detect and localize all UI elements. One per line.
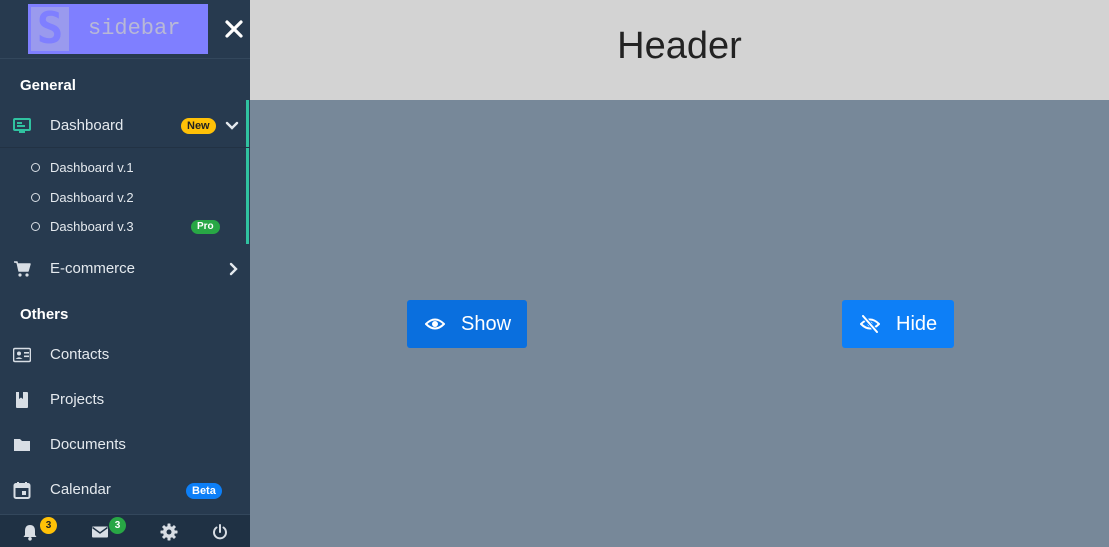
eye-slash-icon <box>860 315 880 333</box>
close-icon <box>225 20 243 38</box>
hide-button-label: Hide <box>896 313 938 335</box>
sidebar-item-ecommerce[interactable]: E-commerce <box>0 247 250 291</box>
sidebar-item-label: Contacts <box>50 346 110 363</box>
sidebar-item-contacts[interactable]: Contacts <box>0 333 250 377</box>
submenu-item-dashboard-v1[interactable]: Dashboard v.1 <box>0 153 246 182</box>
sidebar: S sidebar General Dashboard New Dashboar… <box>0 0 250 547</box>
submenu-item-label: Dashboard v.2 <box>50 190 134 205</box>
chevron-down-icon <box>225 121 239 130</box>
notifications-count-badge: 3 <box>40 517 57 534</box>
shopping-cart-icon <box>14 261 31 277</box>
submenu-item-dashboard-v2[interactable]: Dashboard v.2 <box>0 183 246 212</box>
bell-icon <box>23 525 37 541</box>
sidebar-item-documents[interactable]: Documents <box>0 423 250 467</box>
power-button[interactable] <box>200 515 240 547</box>
pro-badge: Pro <box>191 220 220 234</box>
calendar-icon <box>13 482 31 499</box>
sidebar-item-projects[interactable]: Projects <box>0 378 250 422</box>
contact-card-icon <box>13 347 31 363</box>
logo-text: sidebar <box>88 16 181 41</box>
logo-letter: S <box>31 7 69 51</box>
settings-button[interactable] <box>149 515 189 547</box>
power-icon <box>213 524 227 540</box>
circle-icon <box>31 193 40 202</box>
envelope-icon <box>92 526 108 538</box>
messages-button[interactable]: 3 <box>80 515 126 547</box>
submenu-item-label: Dashboard v.3 <box>50 219 134 234</box>
sidebar-item-label: E-commerce <box>50 260 136 277</box>
new-badge: New <box>181 118 216 134</box>
section-title-general: General <box>20 77 76 94</box>
folder-icon <box>14 439 30 451</box>
messages-count-badge: 3 <box>109 517 126 534</box>
submenu-item-label: Dashboard v.1 <box>50 160 134 175</box>
circle-icon <box>31 222 40 231</box>
submenu-item-dashboard-v3[interactable]: Dashboard v.3 Pro <box>0 212 246 241</box>
hide-button[interactable]: Hide <box>842 300 954 348</box>
sidebar-item-calendar[interactable]: Calendar Beta <box>0 468 250 512</box>
logo: S sidebar <box>28 4 208 54</box>
header-title: Header <box>617 25 742 67</box>
sidebar-item-label: Dashboard <box>50 117 124 134</box>
notifications-button[interactable]: 3 <box>10 515 57 547</box>
sidebar-header: S sidebar <box>0 0 250 59</box>
circle-icon <box>31 163 40 172</box>
show-button[interactable]: Show <box>407 300 527 348</box>
show-button-label: Show <box>461 313 512 335</box>
sidebar-item-dashboard[interactable]: Dashboard New <box>0 104 250 148</box>
sidebar-item-label: Calendar <box>50 481 111 498</box>
gear-icon <box>160 523 178 541</box>
book-icon <box>16 392 28 408</box>
header: Header <box>250 0 1109 100</box>
sidebar-item-label: Projects <box>50 391 105 408</box>
monitor-icon <box>13 118 31 133</box>
section-title-others: Others <box>20 306 69 323</box>
eye-icon <box>425 318 445 330</box>
sidebar-footer: 3 3 <box>0 514 250 547</box>
close-sidebar-button[interactable] <box>222 17 246 41</box>
chevron-right-icon <box>229 262 238 276</box>
beta-badge: Beta <box>186 483 222 499</box>
sidebar-item-label: Documents <box>50 436 126 453</box>
